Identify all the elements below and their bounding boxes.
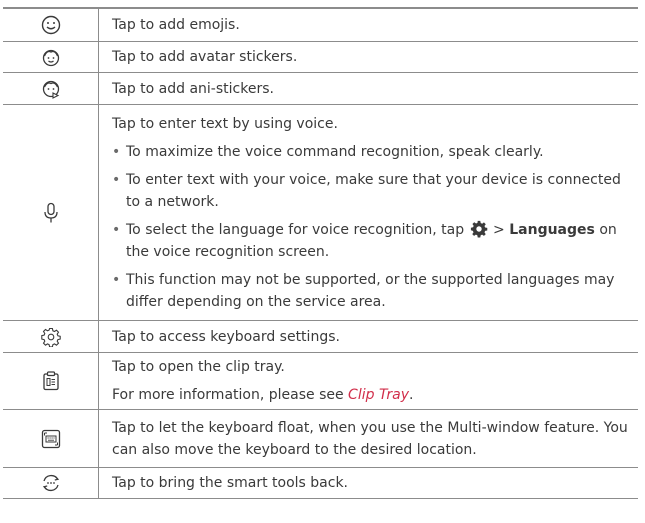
floating-keyboard-icon xyxy=(41,429,60,448)
clip-more-pre: For more information, please see xyxy=(112,387,344,403)
voice-bullet-3: • To select the language for voice recog… xyxy=(112,216,632,266)
ani-sticker-icon xyxy=(42,80,59,99)
bullet-glyph: • xyxy=(112,221,121,238)
voice-bullet-4-text: This function may not be supported, or t… xyxy=(126,271,615,310)
voice-bullet-4: • This function may not be supported, or… xyxy=(112,266,632,316)
table-row-float: Tap to let the keyboard float, when you … xyxy=(3,409,638,468)
clip-more-post: . xyxy=(409,387,414,403)
ani-icon-cell xyxy=(3,72,99,105)
avatar-sticker-icon xyxy=(42,49,59,67)
table-row-voice: Tap to enter text by using voice. • To m… xyxy=(3,104,638,321)
emoji-description: Tap to add emojis. xyxy=(98,8,638,42)
settings-icon-cell xyxy=(3,320,99,353)
clip-tray-icon xyxy=(42,371,59,391)
voice-bullet-3-arrow: > xyxy=(493,221,505,238)
voice-bullet-3-text: To select the language for voice recogni… xyxy=(126,219,632,263)
settings-gear-icon xyxy=(40,327,61,347)
clip-tray-link[interactable]: Clip Tray xyxy=(348,387,409,403)
bullet-glyph: • xyxy=(112,271,121,288)
table-row-smart: Tap to bring the smart tools back. xyxy=(3,467,638,499)
float-icon-cell xyxy=(3,409,99,468)
smart-tools-icon xyxy=(42,475,59,491)
avatar-icon-cell xyxy=(3,41,99,73)
voice-icon-cell xyxy=(3,104,99,321)
table-row-clip: Tap to open the clip tray. For more info… xyxy=(3,352,638,410)
table-row-settings: Tap to access keyboard settings. xyxy=(3,320,638,353)
smart-icon-cell xyxy=(3,467,99,499)
avatar-description: Tap to add avatar stickers. xyxy=(98,41,638,73)
table-row-ani: Tap to add ani-stickers. xyxy=(3,72,638,105)
float-description: Tap to let the keyboard float, when you … xyxy=(98,409,638,468)
emoji-icon xyxy=(41,15,60,35)
gear-icon xyxy=(470,220,487,237)
table-row-avatar: Tap to add avatar stickers. xyxy=(3,41,638,73)
clip-intro: Tap to open the clip tray. xyxy=(112,359,285,375)
voice-bullet-2: • To enter text with your voice, make su… xyxy=(112,166,632,216)
voice-bullet-3-pre: To select the language for voice recogni… xyxy=(126,221,465,238)
microphone-icon xyxy=(43,202,58,222)
clip-description: Tap to open the clip tray. For more info… xyxy=(98,352,638,410)
clip-more-info: For more information, please see Clip Tr… xyxy=(112,381,632,409)
keyboard-icons-page: Tap to add emojis. Tap to add avatar sti… xyxy=(0,0,645,523)
bullet-glyph: • xyxy=(112,143,121,160)
keyboard-icons-table: Tap to add emojis. Tap to add avatar sti… xyxy=(3,7,638,499)
voice-bullet-1: • To maximize the voice command recognit… xyxy=(112,138,632,166)
clip-icon-cell xyxy=(3,352,99,410)
voice-intro: Tap to enter text by using voice. xyxy=(112,115,338,132)
voice-description: Tap to enter text by using voice. • To m… xyxy=(98,104,638,321)
languages-label: Languages xyxy=(509,221,595,238)
voice-bullet-2-text: To enter text with your voice, make sure… xyxy=(126,171,621,210)
emoji-icon-cell xyxy=(3,8,99,42)
table-row-emoji: Tap to add emojis. xyxy=(3,8,638,42)
settings-description: Tap to access keyboard settings. xyxy=(98,320,638,353)
voice-bullet-1-text: To maximize the voice command recognitio… xyxy=(126,143,544,160)
bullet-glyph: • xyxy=(112,171,121,188)
ani-description: Tap to add ani-stickers. xyxy=(98,72,638,105)
smart-description: Tap to bring the smart tools back. xyxy=(98,467,638,499)
